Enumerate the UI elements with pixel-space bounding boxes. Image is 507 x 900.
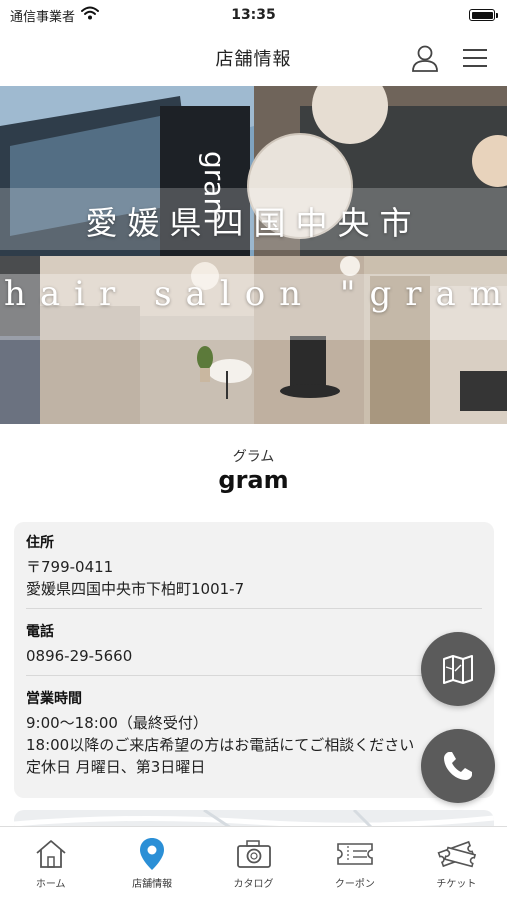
hours-label: 営業時間 [26, 691, 82, 707]
hero-caption-location: 愛媛県四国中央市 [85, 204, 422, 242]
hero-banner-image: gram 愛媛県四国中央市 hair salon "gram" [0, 86, 507, 424]
home-icon [36, 840, 66, 868]
holiday-text: 定休日 月曜日、第3日曜日 [26, 758, 206, 776]
app-header: 店舗情報 [0, 30, 507, 86]
shop-name-kana: グラム [232, 449, 275, 465]
address-label: 住所 [26, 535, 54, 551]
tab-label: チケット [436, 879, 477, 890]
user-icon [412, 45, 438, 72]
shop-name: gram [218, 466, 289, 494]
camera-icon [236, 840, 271, 868]
map-fab-button[interactable] [421, 632, 495, 706]
ticket-icon [437, 840, 477, 868]
map-icon [443, 655, 473, 684]
address-section: 住所 〒799-0411 愛媛県四国中央市下柏町1001-7 [26, 532, 482, 609]
menu-button[interactable] [457, 40, 493, 76]
hours-note: 18:00以降のご来店希望の方はお電話にてご相談ください [26, 736, 415, 754]
tab-shop-info[interactable]: 店舗情報 [101, 827, 202, 900]
tab-ticket[interactable]: チケット [406, 827, 507, 900]
tab-coupon[interactable]: クーポン [304, 827, 405, 900]
coupon-icon [337, 843, 373, 865]
tab-catalog[interactable]: カタログ [203, 827, 304, 900]
location-pin-icon [140, 838, 165, 870]
address-line: 愛媛県四国中央市下柏町1001-7 [26, 580, 245, 598]
phone-fab-button[interactable] [421, 729, 495, 803]
hamburger-icon [463, 49, 487, 67]
wifi-icon [81, 6, 100, 24]
tab-label: クーポン [334, 879, 375, 890]
phone-label: 電話 [26, 624, 54, 640]
page-title: 店舗情報 [215, 49, 292, 70]
tab-label: カタログ [233, 879, 274, 890]
bottom-tab-bar: ホーム 店舗情報 カタログ クーポン チケット [0, 826, 507, 900]
status-bar: 通信事業者 13:35 [0, 0, 507, 30]
hero-caption-salon: hair salon "gram" [4, 274, 507, 314]
battery-icon [469, 9, 498, 21]
tab-label: 店舗情報 [132, 879, 173, 890]
phone-icon [444, 752, 472, 780]
postal-code: 〒799-0411 [26, 558, 114, 576]
business-hours: 9:00〜18:00（最終受付） [26, 714, 208, 732]
tab-home[interactable]: ホーム [0, 827, 101, 900]
phone-number[interactable]: 0896-29-5660 [26, 645, 482, 667]
carrier-label: 通信事業者 [10, 9, 76, 25]
hours-section: 営業時間 9:00〜18:00（最終受付） 18:00以降のご来店希望の方はお電… [26, 688, 482, 786]
user-account-button[interactable] [407, 40, 443, 76]
phone-section: 電話 0896-29-5660 [26, 621, 482, 676]
tab-label: ホーム [35, 879, 66, 890]
